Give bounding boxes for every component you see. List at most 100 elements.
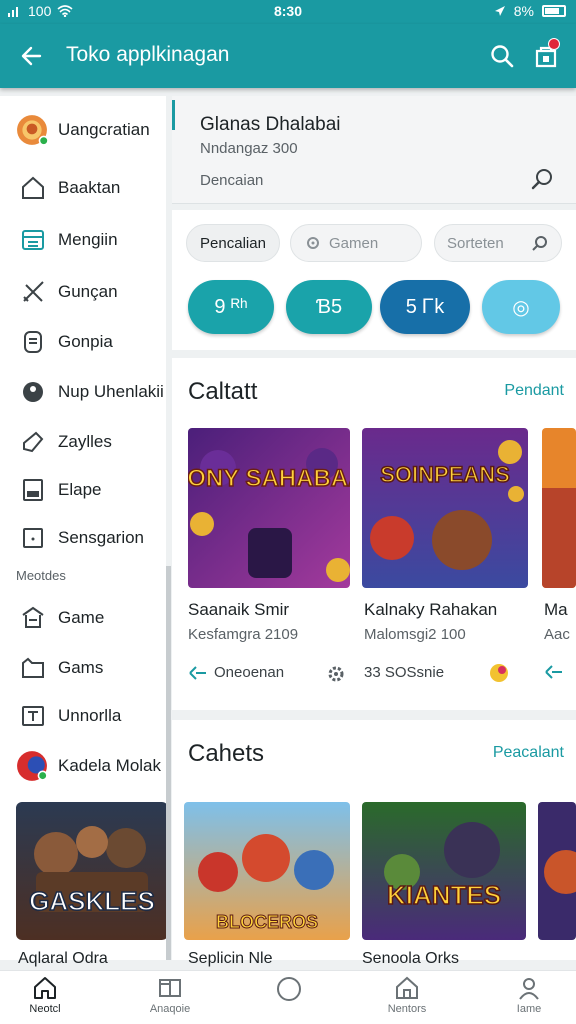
- game-art[interactable]: SOINPEANS: [362, 428, 528, 588]
- tag-icon: [23, 382, 43, 402]
- search-icon[interactable]: [488, 42, 516, 70]
- sidebar-scrollbar[interactable]: [166, 566, 171, 960]
- game-art[interactable]: FONY SAHABAA: [188, 428, 350, 588]
- game-art[interactable]: [542, 428, 576, 588]
- folder-icon: [22, 657, 44, 678]
- edit-icon: [23, 431, 44, 453]
- filter-pill-2[interactable]: Ɓ5: [286, 280, 372, 334]
- header-subtitle: Nndangaz 300: [200, 140, 298, 157]
- battery-icon: [542, 5, 566, 17]
- sidebar-item-list[interactable]: Mengiin: [0, 218, 166, 262]
- controller-icon: [189, 665, 206, 680]
- section-more-link[interactable]: Peacalant: [493, 744, 564, 762]
- game-meta-text: Oneoenan: [214, 664, 285, 681]
- store-icon: [22, 606, 44, 628]
- sidebar-item-label: Sensgarion: [58, 528, 145, 547]
- filter-pill-3[interactable]: 5 Ꮁk: [380, 280, 470, 334]
- search-icon: [532, 236, 547, 251]
- house-icon: [396, 976, 418, 999]
- sidebar-item-frame[interactable]: Sensgarion: [0, 516, 166, 560]
- sidebar-item-games[interactable]: Gams: [0, 646, 166, 690]
- sidebar-item-game[interactable]: Game: [0, 596, 166, 640]
- emoji-badge-icon: [490, 664, 508, 682]
- game-subtitle: Kesfamgra 2109: [188, 626, 299, 643]
- notification-badge: [548, 38, 560, 50]
- search-icon[interactable]: [530, 166, 556, 192]
- sidebar-item-tag[interactable]: Nup Uhenlakii: [0, 370, 166, 414]
- game-name: Saanaik Smir: [188, 600, 290, 619]
- book-icon: [159, 979, 181, 997]
- sidebar-item-edit[interactable]: Zaylles: [0, 420, 166, 464]
- document-icon: [24, 331, 42, 353]
- section-collection: Cahets Peacalant BLOCEROS KIANTES: [172, 720, 576, 960]
- avatar-icon: [17, 115, 48, 146]
- sidebar-item-label: Mengiin: [58, 230, 118, 249]
- game-art-title: BLOCEROS: [216, 912, 318, 932]
- chip-sort[interactable]: Sorteten: [434, 224, 562, 262]
- chip-search[interactable]: Pencalian: [186, 224, 280, 262]
- sidebar-item-swords[interactable]: Gunçan: [0, 270, 166, 314]
- header-card: Glanas Dhalabai Nndangaz 300 Dencaian: [172, 96, 576, 204]
- nav-label: Neotcl: [29, 1003, 61, 1015]
- game-art[interactable]: KIANTES: [362, 802, 526, 940]
- chip-games[interactable]: Gamen: [290, 224, 422, 262]
- nav-profile[interactable]: Iame: [484, 975, 574, 1023]
- featured-game-art[interactable]: GASKLES: [16, 802, 166, 940]
- game-art[interactable]: BLOCEROS: [184, 802, 350, 940]
- sidebar-item-document[interactable]: Gonpia: [0, 320, 166, 364]
- sidebar-item-profile[interactable]: Kadela Molak: [0, 744, 166, 788]
- nav-library[interactable]: Anaqoie: [125, 975, 215, 1023]
- game-meta-text: 33 SOSsnie: [364, 664, 445, 681]
- back-arrow-icon[interactable]: [18, 42, 46, 70]
- sidebar-item-label: Uangcratian: [58, 120, 150, 139]
- game-art-title: FONY SAHABAA: [188, 465, 350, 492]
- game-subtitle: Aac: [544, 626, 570, 643]
- header-search-text[interactable]: Dencaian: [200, 172, 263, 189]
- home-icon: [34, 977, 56, 999]
- sidebar-item-tablet[interactable]: Elape: [0, 468, 166, 512]
- sidebar-item-text[interactable]: Unnorlla: [0, 694, 166, 738]
- filter-card: Pencalian Gamen Sorteten 9 ᴿʰ Ɓ5 5 Ꮁk ◎: [172, 210, 576, 350]
- chip-label: Pencalian: [200, 234, 266, 252]
- sidebar: Uangcratian Baaktan Mengiin Gunçan Gonpi…: [0, 96, 166, 960]
- sidebar-item-label: Elape: [58, 480, 102, 499]
- accent-bar: [172, 100, 175, 130]
- nav-label: Anaqoie: [149, 1003, 191, 1015]
- gear-icon[interactable]: [326, 664, 346, 684]
- avatar-icon: [17, 751, 48, 781]
- nav-center[interactable]: [244, 975, 334, 1023]
- section-featured: Caltatt Pendant FONY SAHABAA Saanaik Smi…: [172, 358, 576, 710]
- header-title: Glanas Dhalabai: [200, 114, 341, 135]
- home-icon: [22, 176, 44, 199]
- sidebar-section-label: Meotdes: [16, 568, 66, 583]
- filter-pill-4[interactable]: ◎: [482, 280, 560, 334]
- sidebar-item-label: Gams: [58, 658, 104, 677]
- pill-label: Ɓ5: [315, 295, 343, 318]
- controller-icon: [545, 665, 562, 679]
- section-more-link[interactable]: Pendant: [504, 382, 564, 400]
- status-right: 8%: [494, 3, 566, 19]
- nav-store[interactable]: Nentors: [362, 975, 452, 1023]
- section-title: Caltatt: [188, 378, 258, 405]
- bottom-navigation: Neotcl Anaqoie Nentors Iame: [0, 970, 576, 1024]
- game-name: Kalnaky Rahakan: [364, 600, 498, 619]
- pill-label: 9 ᴿʰ: [214, 295, 248, 318]
- person-icon: [519, 978, 539, 1000]
- game-art[interactable]: [538, 802, 576, 940]
- tablet-icon: [23, 479, 43, 501]
- main-content: Glanas Dhalabai Nndangaz 300 Dencaian Pe…: [172, 96, 576, 960]
- section-title: Cahets: [188, 740, 265, 767]
- sidebar-item-home[interactable]: Baaktan: [0, 166, 166, 210]
- pill-label: 5 Ꮁk: [405, 295, 445, 318]
- sidebar-item-account[interactable]: Uangcratian: [0, 108, 166, 152]
- game-art-title: SOINPEANS: [380, 462, 510, 487]
- location-icon: [494, 6, 505, 16]
- sidebar-item-label: Gonpia: [58, 332, 113, 351]
- nav-home[interactable]: Neotcl: [0, 975, 90, 1023]
- circle-icon: [277, 977, 301, 1001]
- game-meta: 33 SOSsnie: [364, 664, 444, 681]
- game-meta: Oneoenan: [188, 664, 284, 681]
- frame-icon: [23, 528, 43, 548]
- sidebar-item-label: Game: [58, 608, 105, 627]
- filter-pill-1[interactable]: 9 ᴿʰ: [188, 280, 274, 334]
